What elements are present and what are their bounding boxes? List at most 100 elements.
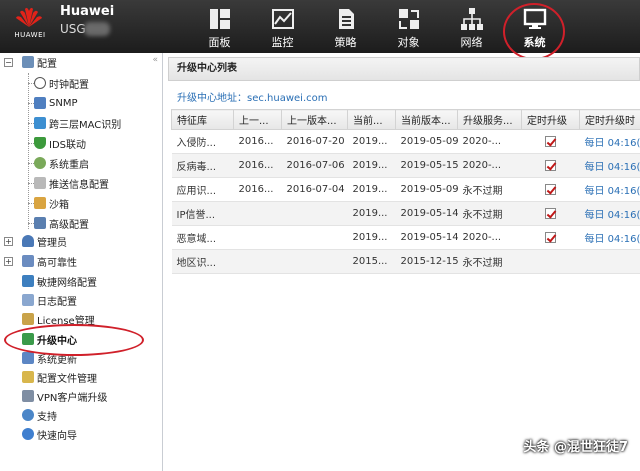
- table-row[interactable]: IP信誉... 2019... 2019-05-14 永不过期 每日 04:16…: [171, 201, 640, 226]
- cell-signature: 地区识...: [171, 249, 234, 274]
- sandbox-icon: [34, 197, 46, 209]
- upgrade-center-table: 特征库 上一... 上一版本... 当前... 当前版本... 升级服务... …: [171, 109, 640, 274]
- table-row[interactable]: 反病毒... 2016... 2016-07-06 2019... 2019-0…: [171, 153, 640, 178]
- watermark-text: 头条 @混世狂徒7: [523, 440, 628, 455]
- cell-prev-version-date: [281, 201, 348, 226]
- collapse-expander[interactable]: −: [4, 58, 13, 67]
- cell-upgrade-service: 2020-...: [457, 129, 522, 154]
- column-header[interactable]: 上一...: [233, 109, 282, 130]
- cell-current-version: 2019...: [347, 153, 396, 178]
- cell-signature: 入侵防...: [171, 129, 234, 154]
- sidebar-item-quick-wizard[interactable]: 快速向导: [22, 425, 77, 443]
- scheduled-upgrade-checkbox[interactable]: [545, 231, 556, 243]
- sidebar-item-admin[interactable]: 管理员: [22, 232, 67, 250]
- quick-wizard-icon: [22, 428, 34, 440]
- network-icon: [460, 8, 483, 30]
- expand-expander[interactable]: +: [4, 257, 13, 266]
- cell-scheduled-upgrade: [521, 153, 580, 178]
- cell-current-version: 2019...: [347, 129, 396, 154]
- table-header-row: 特征库 上一... 上一版本... 当前... 当前版本... 升级服务... …: [171, 109, 640, 130]
- sidebar-item-label: VPN客户端升级: [37, 392, 108, 404]
- sidebar-item-label: 管理员: [37, 237, 67, 249]
- cell-prev-version: 2016...: [233, 129, 282, 154]
- sidebar-item-agile-network[interactable]: 敏捷网络配置: [22, 272, 97, 290]
- scheduled-upgrade-checkbox[interactable]: [545, 183, 556, 195]
- sidebar-item-restart[interactable]: 系统重启: [34, 154, 89, 172]
- cell-prev-version: [233, 201, 282, 226]
- scheduled-upgrade-checkbox[interactable]: [545, 135, 556, 147]
- nav-policy[interactable]: 策略: [314, 0, 377, 53]
- sidebar-item-label: 日志配置: [37, 296, 77, 308]
- table-row[interactable]: 入侵防... 2016... 2016-07-20 2019... 2019-0…: [171, 129, 640, 154]
- config-icon: [22, 56, 34, 68]
- sidebar-item-label: 系统重启: [49, 159, 89, 171]
- sidebar-item-push-info[interactable]: 推送信息配置: [34, 174, 109, 192]
- cell-upgrade-service: 2020-...: [457, 153, 522, 178]
- table-row[interactable]: 应用识... 2016... 2016-07-04 2019... 2019-0…: [171, 177, 640, 202]
- nav-label: 面板: [208, 36, 231, 49]
- cell-scheduled-upgrade: [521, 225, 580, 250]
- clock-icon: [34, 77, 46, 89]
- cell-scheduled-upgrade: [521, 177, 580, 202]
- advanced-config-icon: [34, 217, 46, 229]
- cell-scheduled-time[interactable]: 每日 04:16(...: [579, 177, 640, 202]
- nav-monitor[interactable]: 监控: [251, 0, 314, 53]
- cell-scheduled-time[interactable]: 每日 04:16(...: [579, 225, 640, 250]
- cell-scheduled-time[interactable]: 每日 04:16(...: [579, 153, 640, 178]
- cell-scheduled-upgrade: [521, 129, 580, 154]
- column-header[interactable]: 上一版本...: [281, 109, 348, 130]
- column-header[interactable]: 当前...: [347, 109, 396, 130]
- sidebar-item-sandbox[interactable]: 沙箱: [34, 194, 69, 212]
- expand-expander[interactable]: +: [4, 237, 13, 246]
- agile-network-icon: [22, 275, 34, 287]
- upgrade-center-address-link[interactable]: 升级中心地址：sec.huawei.com: [177, 89, 328, 104]
- sidebar-item-high-availability[interactable]: 高可靠性: [22, 252, 77, 270]
- column-header[interactable]: 升级服务...: [457, 109, 522, 130]
- nav-object[interactable]: 对象: [377, 0, 440, 53]
- table-row[interactable]: 恶意域... 2019... 2019-05-14 2020-... 每日 04…: [171, 225, 640, 250]
- sidebar-item-log-config[interactable]: 日志配置: [22, 291, 77, 309]
- dashboard-icon: [209, 9, 230, 29]
- cell-signature: 反病毒...: [171, 153, 234, 178]
- sidebar-item-advanced[interactable]: 高级配置: [34, 214, 89, 232]
- vpn-client-icon: [22, 390, 34, 402]
- cell-current-version-date: 2019-05-15: [395, 153, 458, 178]
- sidebar-item-ids[interactable]: IDS联动: [34, 134, 86, 152]
- high-availability-icon: [22, 255, 34, 267]
- sidebar-item-label: 配置文件管理: [37, 373, 97, 385]
- device-model: USG: [60, 22, 86, 36]
- sidebar-item-vpn-client[interactable]: VPN客户端升级: [22, 387, 107, 405]
- sidebar-item-clock[interactable]: 时钟配置: [34, 74, 89, 92]
- cell-current-version-date: 2015-12-15: [395, 249, 458, 274]
- column-header[interactable]: 定时升级: [521, 109, 580, 130]
- cell-signature: IP信誉...: [171, 201, 234, 226]
- column-header[interactable]: 定时升级时: [579, 109, 640, 130]
- sidebar-item-config-file[interactable]: 配置文件管理: [22, 368, 97, 386]
- policy-document-icon: [338, 9, 354, 29]
- cell-signature: 恶意域...: [171, 225, 234, 250]
- sidebar-item-support[interactable]: 支持: [22, 406, 57, 424]
- sidebar-item-mac-identify[interactable]: 跨三层MAC识别: [34, 114, 121, 132]
- scheduled-upgrade-checkbox[interactable]: [545, 159, 556, 171]
- upgrade-center-highlight-circle: [4, 324, 144, 356]
- sidebar-item-label: IDS联动: [49, 139, 86, 151]
- collapse-sidebar-icon[interactable]: «: [152, 55, 158, 65]
- admin-user-icon: [22, 235, 34, 247]
- column-header[interactable]: 当前版本...: [395, 109, 458, 130]
- cell-scheduled-time[interactable]: 每日 04:16(...: [579, 129, 640, 154]
- huawei-logo-icon: [16, 7, 42, 27]
- scheduled-upgrade-checkbox[interactable]: [545, 207, 556, 219]
- sidebar-item-label: SNMP: [49, 97, 78, 109]
- sidebar-item-snmp[interactable]: SNMP: [34, 94, 78, 112]
- table-row[interactable]: 地区识... 2015... 2015-12-15 永不过期: [171, 249, 640, 274]
- cell-prev-version: 2016...: [233, 153, 282, 178]
- cell-scheduled-time[interactable]: 每日 04:16(...: [579, 201, 640, 226]
- cell-upgrade-service: 2020-...: [457, 225, 522, 250]
- column-header[interactable]: 特征库: [171, 109, 234, 130]
- nav-network[interactable]: 网络: [440, 0, 503, 53]
- nav-dashboard[interactable]: 面板: [188, 0, 251, 53]
- mac-identify-icon: [34, 117, 46, 129]
- brand-name: Huawei: [60, 4, 115, 19]
- sidebar-item-label: 跨三层MAC识别: [49, 119, 122, 131]
- sidebar-item-config[interactable]: 配置: [22, 53, 57, 71]
